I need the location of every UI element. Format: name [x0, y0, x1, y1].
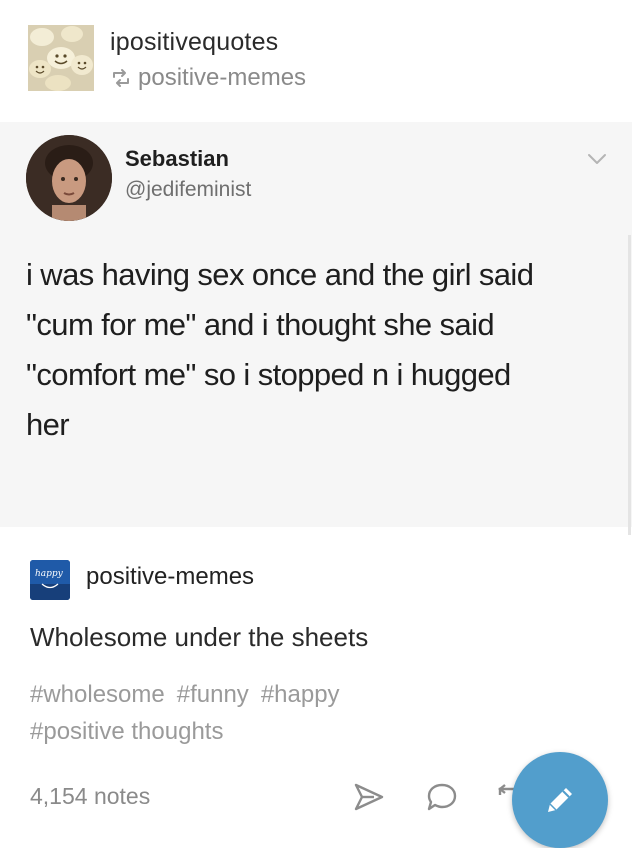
blog-avatar[interactable] [28, 25, 94, 91]
reblog-source[interactable]: positive-memes [110, 64, 306, 92]
tag-list: #wholesome #funny #happy #positive thought… [30, 676, 590, 750]
tweet-line: "cum for me" and i thought she said [26, 307, 495, 342]
tag-link[interactable]: #happy [261, 681, 340, 708]
tweet-line: i was having sex once and the girl said [26, 257, 534, 292]
tweet-text: i was having sex once and the girl said … [26, 250, 606, 450]
tag-link[interactable]: #wholesome [30, 681, 165, 708]
tag-link[interactable]: #positive thoughts [30, 718, 223, 745]
pencil-icon [548, 788, 572, 812]
notes-count[interactable]: 4,154 notes [30, 783, 150, 810]
avatar [26, 135, 112, 221]
tweet-menu [586, 152, 608, 171]
happy-avatar-icon: happy [30, 560, 70, 600]
send-icon [354, 783, 384, 811]
share-button[interactable] [352, 781, 386, 818]
source-blog-name[interactable]: positive-memes [86, 563, 254, 591]
tweet-line: "comfort me" so i stopped n i hugged [26, 357, 511, 392]
compose-button[interactable] [512, 752, 608, 848]
smiley-pills-icon [28, 25, 94, 91]
tweet-line: her [26, 407, 70, 442]
blog-name[interactable]: ipositivequotes [110, 28, 278, 57]
reblog-icon [113, 69, 129, 87]
svg-text:happy: happy [35, 569, 64, 579]
tweet-handle: @jedifeminist [125, 178, 252, 201]
profile-photo-icon [26, 135, 112, 221]
source-blog-avatar[interactable]: happy [30, 560, 70, 600]
tag-link[interactable]: #funny [177, 681, 249, 708]
reply-button[interactable] [425, 781, 459, 818]
reblogged-from-name: positive-memes [138, 64, 307, 91]
chevron-down-icon [588, 154, 606, 164]
post-caption: Wholesome under the sheets [30, 622, 369, 652]
reply-bubble-icon [427, 783, 457, 811]
tweet-display-name: Sebastian [125, 146, 229, 171]
divider [628, 235, 631, 535]
